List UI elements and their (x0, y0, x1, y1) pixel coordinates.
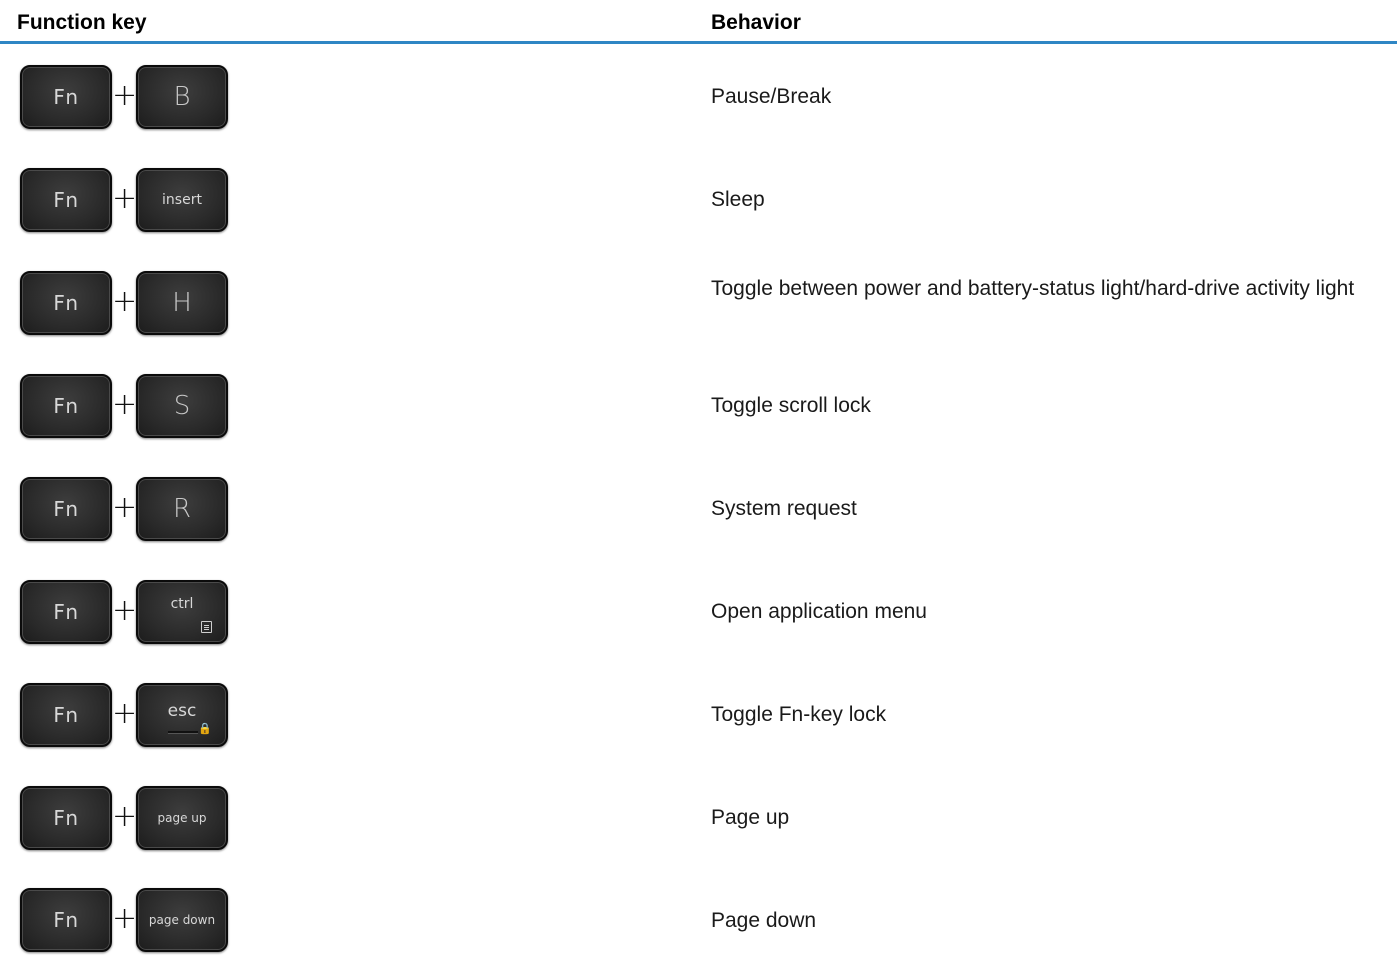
fn-key: Fn (20, 580, 112, 644)
table-row: Fn + page up Page up (0, 766, 1397, 869)
behavior-text: Toggle Fn-key lock (711, 703, 887, 726)
plus-sign: + (112, 490, 138, 525)
plus-sign: + (112, 181, 138, 216)
esc-key-indicator-bar (168, 731, 198, 733)
key-combination: Fn + page up (20, 786, 240, 850)
behavior-text: Page down (711, 909, 817, 932)
behavior-text: Pause/Break (711, 85, 832, 108)
esc-key: esc 🔒 (136, 683, 228, 747)
column-header-behavior: Behavior (711, 11, 801, 34)
plus-sign: + (112, 78, 138, 113)
key-combination: Fn + ctrl (20, 580, 240, 644)
insert-key: insert (136, 168, 228, 232)
fn-key: Fn (20, 888, 112, 952)
fn-key: Fn (20, 168, 112, 232)
plus-sign: + (112, 799, 138, 834)
behavior-text: System request (711, 497, 857, 520)
fn-key: Fn (20, 271, 112, 335)
fn-key: Fn (20, 374, 112, 438)
s-key: S (136, 374, 228, 438)
behavior-text: Page up (711, 806, 790, 829)
table-row: Fn + S Toggle scroll lock (0, 354, 1397, 457)
r-key: R (136, 477, 228, 541)
fn-key: Fn (20, 477, 112, 541)
key-combination: Fn + esc 🔒 (20, 683, 240, 747)
ctrl-key-label: ctrl (170, 596, 194, 612)
table-row: Fn + ctrl Open application menu (0, 560, 1397, 663)
key-combination: Fn + H (20, 271, 240, 335)
key-combination: Fn + R (20, 477, 240, 541)
ctrl-key: ctrl (136, 580, 228, 644)
page-up-key: page up (136, 786, 228, 850)
key-combination: Fn + S (20, 374, 240, 438)
behavior-text: Sleep (711, 188, 765, 211)
behavior-text: Toggle between power and battery-status … (711, 277, 1355, 300)
fn-key: Fn (20, 786, 112, 850)
lock-icon: 🔒 (198, 722, 212, 735)
plus-sign: + (112, 901, 138, 936)
table-header: Function key Behavior (0, 0, 1397, 44)
key-combination: Fn + insert (20, 168, 240, 232)
fn-key: Fn (20, 683, 112, 747)
page-down-key: page down (136, 888, 228, 952)
key-combination: Fn + page down (20, 888, 240, 952)
table-row: Fn + page down Page down (0, 868, 1397, 971)
plus-sign: + (112, 387, 138, 422)
behavior-text: Toggle scroll lock (711, 394, 871, 417)
plus-sign: + (112, 593, 138, 628)
plus-sign: + (112, 696, 138, 731)
h-key: H (136, 271, 228, 335)
behavior-text: Open application menu (711, 600, 927, 623)
application-menu-icon (201, 621, 212, 633)
column-header-function-key: Function key (17, 11, 147, 34)
key-combination: Fn + B (20, 65, 240, 129)
table-row: Fn + insert Sleep (0, 148, 1397, 251)
table-row: Fn + H Toggle between power and battery-… (0, 251, 1397, 354)
b-key: B (136, 65, 228, 129)
fn-key: Fn (20, 65, 112, 129)
table-row: Fn + esc 🔒 Toggle Fn-key lock (0, 663, 1397, 766)
table-row: Fn + B Pause/Break (0, 45, 1397, 148)
plus-sign: + (112, 284, 138, 319)
table-row: Fn + R System request (0, 457, 1397, 560)
esc-key-label: esc (167, 701, 197, 721)
